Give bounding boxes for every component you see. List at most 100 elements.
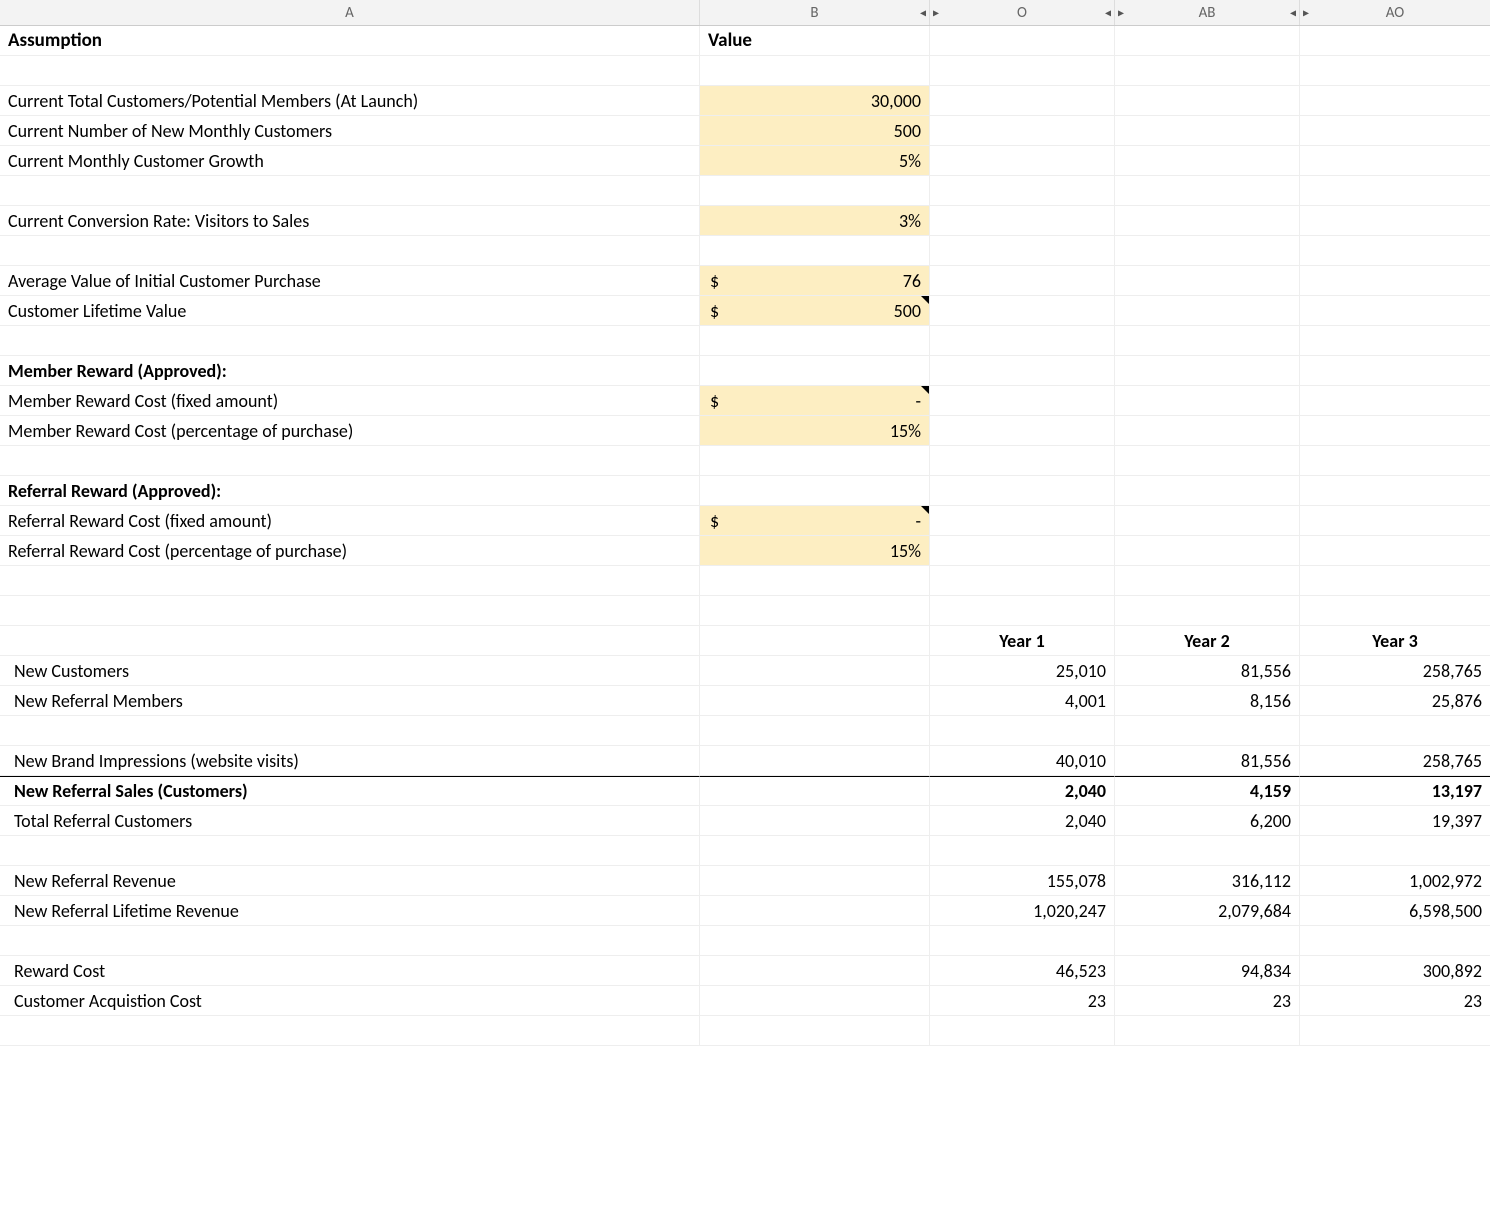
empty-cell[interactable] <box>700 896 930 926</box>
empty-cell[interactable] <box>930 926 1115 956</box>
empty-cell[interactable] <box>1300 356 1490 386</box>
empty-cell[interactable] <box>700 746 930 776</box>
empty-cell[interactable] <box>700 806 930 836</box>
empty-cell[interactable] <box>1300 506 1490 536</box>
projection-value[interactable]: 6,598,500 <box>1300 896 1490 926</box>
empty-cell[interactable] <box>0 836 700 866</box>
projection-value[interactable]: 23 <box>1115 986 1300 1016</box>
projection-label[interactable]: New Referral Revenue <box>0 866 700 896</box>
empty-cell[interactable] <box>1300 566 1490 596</box>
assumption-value[interactable]: $- <box>700 506 930 536</box>
projection-value[interactable]: 1,002,972 <box>1300 866 1490 896</box>
projection-label[interactable]: New Brand Impressions (website visits) <box>0 746 700 776</box>
empty-cell[interactable] <box>1300 536 1490 566</box>
empty-cell[interactable] <box>1115 326 1300 356</box>
empty-cell[interactable] <box>930 416 1115 446</box>
empty-cell[interactable] <box>930 236 1115 266</box>
empty-cell[interactable] <box>700 836 930 866</box>
collapse-right-icon[interactable]: ◂ <box>1290 5 1296 20</box>
projection-label[interactable]: Reward Cost <box>0 956 700 986</box>
assumption-label[interactable]: Member Reward Cost (percentage of purcha… <box>0 416 700 446</box>
empty-cell[interactable] <box>930 266 1115 296</box>
empty-cell[interactable] <box>930 536 1115 566</box>
projection-label[interactable]: New Referral Lifetime Revenue <box>0 896 700 926</box>
empty-cell[interactable] <box>1300 296 1490 326</box>
empty-cell[interactable] <box>1115 596 1300 626</box>
projection-label[interactable]: New Referral Members <box>0 686 700 716</box>
empty-cell[interactable] <box>930 56 1115 86</box>
empty-cell[interactable] <box>1115 566 1300 596</box>
empty-cell[interactable] <box>1300 416 1490 446</box>
empty-cell[interactable] <box>930 146 1115 176</box>
empty-cell[interactable] <box>1115 416 1300 446</box>
projection-value[interactable]: 23 <box>930 986 1115 1016</box>
empty-cell[interactable] <box>1115 476 1300 506</box>
assumption-label[interactable]: Customer Lifetime Value <box>0 296 700 326</box>
empty-cell[interactable] <box>930 836 1115 866</box>
empty-cell[interactable] <box>1115 236 1300 266</box>
projection-value[interactable]: 316,112 <box>1115 866 1300 896</box>
empty-cell[interactable] <box>1115 926 1300 956</box>
empty-cell[interactable] <box>930 506 1115 536</box>
empty-cell[interactable] <box>700 356 930 386</box>
empty-cell[interactable] <box>1115 356 1300 386</box>
expand-left-icon[interactable]: ▸ <box>1303 5 1309 20</box>
empty-cell[interactable] <box>930 86 1115 116</box>
empty-cell[interactable] <box>1300 386 1490 416</box>
collapse-right-icon[interactable]: ◂ <box>920 5 926 20</box>
empty-cell[interactable] <box>0 446 700 476</box>
assumption-value[interactable]: 15% <box>700 416 930 446</box>
assumption-value[interactable]: 3% <box>700 206 930 236</box>
empty-cell[interactable] <box>1300 146 1490 176</box>
projection-value[interactable]: 258,765 <box>1300 746 1490 776</box>
empty-cell[interactable] <box>1115 506 1300 536</box>
assumption-label[interactable]: Average Value of Initial Customer Purcha… <box>0 266 700 296</box>
projection-value[interactable]: 25,010 <box>930 656 1115 686</box>
section-header[interactable]: Referral Reward (Approved): <box>0 476 700 506</box>
empty-cell[interactable] <box>700 236 930 266</box>
expand-left-icon[interactable]: ▸ <box>933 5 939 20</box>
projection-value[interactable]: 258,765 <box>1300 656 1490 686</box>
empty-cell[interactable] <box>1115 386 1300 416</box>
assumption-value[interactable]: $500 <box>700 296 930 326</box>
empty-cell[interactable] <box>930 326 1115 356</box>
projection-value[interactable]: 23 <box>1300 986 1490 1016</box>
col-header-a[interactable]: A <box>0 0 700 25</box>
empty-cell[interactable] <box>0 56 700 86</box>
empty-cell[interactable] <box>700 596 930 626</box>
assumption-value[interactable]: 15% <box>700 536 930 566</box>
empty-cell[interactable] <box>0 566 700 596</box>
col-header-ab[interactable]: ▸ AB ◂ <box>1115 0 1300 25</box>
empty-cell[interactable] <box>1300 1016 1490 1046</box>
empty-cell[interactable] <box>930 1016 1115 1046</box>
projection-value[interactable]: 300,892 <box>1300 956 1490 986</box>
empty-cell[interactable] <box>1115 176 1300 206</box>
empty-cell[interactable] <box>0 626 700 656</box>
empty-cell[interactable] <box>0 1016 700 1046</box>
empty-cell[interactable] <box>0 716 700 746</box>
projection-value[interactable]: 19,397 <box>1300 806 1490 836</box>
empty-cell[interactable] <box>700 1016 930 1046</box>
header-assumption[interactable]: Assumption <box>0 26 700 56</box>
empty-cell[interactable] <box>930 476 1115 506</box>
empty-cell[interactable] <box>1300 596 1490 626</box>
empty-cell[interactable] <box>930 566 1115 596</box>
empty-cell[interactable] <box>700 986 930 1016</box>
empty-cell[interactable] <box>930 116 1115 146</box>
projection-label[interactable]: Customer Acquistion Cost <box>0 986 700 1016</box>
assumption-value[interactable]: 30,000 <box>700 86 930 116</box>
empty-cell[interactable] <box>1115 116 1300 146</box>
assumption-value[interactable]: 5% <box>700 146 930 176</box>
empty-cell[interactable] <box>1300 206 1490 236</box>
projection-value[interactable]: 13,197 <box>1300 776 1490 806</box>
empty-cell[interactable] <box>1115 716 1300 746</box>
projection-value[interactable]: 4,159 <box>1115 776 1300 806</box>
assumption-label[interactable]: Current Monthly Customer Growth <box>0 146 700 176</box>
empty-cell[interactable] <box>700 926 930 956</box>
empty-cell[interactable] <box>0 596 700 626</box>
projection-value[interactable]: 25,876 <box>1300 686 1490 716</box>
empty-cell[interactable] <box>700 446 930 476</box>
empty-cell[interactable] <box>1115 536 1300 566</box>
empty-cell[interactable] <box>700 326 930 356</box>
projection-label[interactable]: Total Referral Customers <box>0 806 700 836</box>
